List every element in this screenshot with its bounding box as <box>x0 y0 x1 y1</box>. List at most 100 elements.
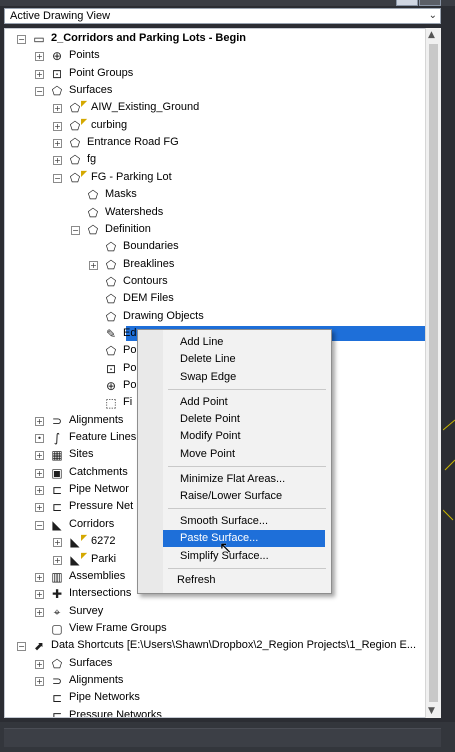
watersheds-icon: ⬠ <box>87 205 99 220</box>
tree-item[interactable]: ⬠ Boundaries <box>5 239 440 256</box>
toolbar-toggle-button[interactable] <box>396 0 418 6</box>
tree-item[interactable]: + ⊃ Alignments <box>5 673 440 690</box>
expand-toggle-icon[interactable]: + <box>53 121 62 131</box>
alignments-icon: ⊃ <box>51 413 63 428</box>
alignments-icon: ⊃ <box>51 673 63 688</box>
tree-item-label: Pipe Networ <box>69 483 129 496</box>
expand-toggle-icon[interactable]: + <box>35 486 44 496</box>
tree-item-label: Watersheds <box>105 205 164 218</box>
tree-item[interactable]: + ⬠ ◤ AIW_Existing_Ground <box>5 99 440 117</box>
tree-item[interactable]: + ⬠ Surfaces <box>5 656 440 673</box>
tree-item[interactable]: − ⬈ Data Shortcuts [E:\Users\Shawn\Dropbox… <box>5 638 440 655</box>
view-frame-groups-icon: ▢ <box>51 621 63 636</box>
tree-item-label: Contours <box>123 274 168 287</box>
collapse-toggle-icon[interactable]: − <box>35 87 44 97</box>
expand-toggle-icon[interactable]: + <box>35 590 44 600</box>
modified-flag-icon: ◤ <box>81 168 88 178</box>
tree-item[interactable]: + ⊕ Points <box>5 48 440 65</box>
expand-toggle-icon[interactable]: + <box>35 69 44 79</box>
expand-toggle-icon[interactable]: + <box>35 607 44 617</box>
expand-toggle-icon[interactable]: • <box>35 434 44 444</box>
collapse-toggle-icon[interactable]: − <box>53 173 62 183</box>
view-selector-value: Active Drawing View <box>10 10 111 22</box>
expand-toggle-icon[interactable]: + <box>53 555 62 565</box>
tree-item[interactable]: + ⬠ Entrance Road FG <box>5 135 440 152</box>
modified-flag-icon: ◤ <box>81 550 88 560</box>
expand-toggle-icon[interactable]: + <box>35 503 44 513</box>
context-menu-item[interactable]: Move Point <box>180 446 235 463</box>
context-menu-item[interactable]: Smooth Surface... <box>180 513 268 530</box>
surfaces-icon: ⬠ <box>51 84 63 99</box>
view-selector-dropdown[interactable]: Active Drawing View ⌄ <box>4 8 441 24</box>
expand-toggle-icon[interactable]: + <box>35 468 44 478</box>
horizontal-scrollbar[interactable] <box>4 728 441 747</box>
expand-toggle-icon[interactable]: + <box>53 104 62 114</box>
drawing-objects-icon: ⬠ <box>105 309 117 324</box>
tree-item-label: 2_Corridors and Parking Lots - Begin <box>51 32 246 44</box>
surface-icon: ⬠ <box>69 118 81 133</box>
collapse-toggle-icon[interactable]: − <box>17 642 26 652</box>
tree-item-label: Assemblies <box>69 569 126 582</box>
tree-item[interactable]: − ▭ 2_Corridors and Parking Lots - Begin <box>5 31 440 48</box>
scroll-up-icon[interactable]: ▲ <box>428 30 435 40</box>
vertical-scrollbar[interactable]: ▲ ▼ <box>425 28 441 718</box>
point-files-icon: ⬠ <box>105 344 117 359</box>
context-menu-item[interactable]: Modify Point <box>180 428 241 445</box>
collapse-toggle-icon[interactable]: − <box>35 520 44 530</box>
tree-item[interactable]: ⬠ DEM Files <box>5 291 440 308</box>
collapse-toggle-icon[interactable]: − <box>17 35 26 44</box>
tree-item-label: Ed <box>123 326 137 339</box>
tree-item-label: Po <box>123 344 137 357</box>
context-menu-item[interactable]: Add Line <box>180 334 223 351</box>
context-menu-item[interactable]: Raise/Lower Surface <box>180 488 282 505</box>
tree-item[interactable]: − ⬠ Surfaces <box>5 83 440 100</box>
figures-icon: ⬚ <box>105 396 117 411</box>
expand-toggle-icon[interactable]: + <box>35 676 44 686</box>
edits-icon: ✎ <box>105 326 117 341</box>
expand-toggle-icon[interactable]: + <box>35 451 44 461</box>
tree-item[interactable]: − ⬠ Definition <box>5 222 440 239</box>
pipe-networks-icon: ⊏ <box>51 483 63 498</box>
tree-item[interactable]: ⬠ Masks <box>5 187 440 204</box>
tree-item[interactable]: − ⬠ ◤ FG - Parking Lot <box>5 168 440 187</box>
expand-toggle-icon[interactable]: + <box>35 659 44 669</box>
expand-toggle-icon[interactable]: + <box>35 572 44 582</box>
menu-separator <box>168 568 326 569</box>
tree-item[interactable]: ▢ View Frame Groups <box>5 621 440 638</box>
expand-toggle-icon[interactable]: + <box>89 260 98 270</box>
tree-item[interactable]: + ⬠ Breaklines <box>5 257 440 274</box>
tree-item[interactable]: + ⊡ Point Groups <box>5 66 440 83</box>
expand-toggle-icon[interactable]: + <box>53 139 62 149</box>
context-menu-gutter <box>138 330 163 593</box>
contours-icon: ⬠ <box>105 274 117 289</box>
menu-separator <box>168 389 326 391</box>
tree-item[interactable]: + ⌖ Survey <box>5 604 440 621</box>
collapse-toggle-icon[interactable]: − <box>71 225 80 235</box>
expand-toggle-icon[interactable]: + <box>53 538 62 548</box>
tree-item[interactable]: + ⬠ ◤ curbing <box>5 117 440 135</box>
context-menu-item[interactable]: Swap Edge <box>180 369 236 386</box>
expand-toggle-icon[interactable]: + <box>35 416 44 426</box>
toolbar-button[interactable] <box>419 0 441 6</box>
context-menu-item[interactable]: Add Point <box>180 394 228 411</box>
scroll-down-icon[interactable]: ▼ <box>428 706 435 716</box>
context-menu-item[interactable]: Delete Line <box>180 351 236 368</box>
tree-item[interactable]: ⬠ Drawing Objects <box>5 309 440 326</box>
expand-toggle-icon[interactable]: + <box>35 52 44 62</box>
pressure-networks-icon: ⊏ <box>51 500 63 515</box>
chevron-down-icon[interactable]: ⌄ <box>429 10 437 21</box>
tree-item[interactable]: ⊏ Pipe Networks <box>5 690 440 707</box>
context-menu-item[interactable]: Refresh <box>177 572 216 589</box>
context-menu-item[interactable]: Paste Surface... <box>163 530 325 548</box>
tree-item[interactable]: + ⬠ fg <box>5 152 440 169</box>
tree-item-label: Breaklines <box>123 257 175 270</box>
context-menu-item[interactable]: Minimize Flat Areas... <box>180 471 285 488</box>
tree-item-label: 6272 <box>91 535 116 548</box>
tree-item[interactable]: ⊏ Pressure Networks <box>5 708 440 718</box>
tree-item[interactable]: ⬠ Contours <box>5 274 440 291</box>
scrollbar-thumb[interactable] <box>429 44 438 702</box>
tree-item[interactable]: ⬠ Watersheds <box>5 205 440 222</box>
context-menu-item[interactable]: Delete Point <box>180 411 240 428</box>
expand-toggle-icon[interactable]: + <box>53 156 62 166</box>
pressure-networks-icon: ⊏ <box>51 708 63 718</box>
